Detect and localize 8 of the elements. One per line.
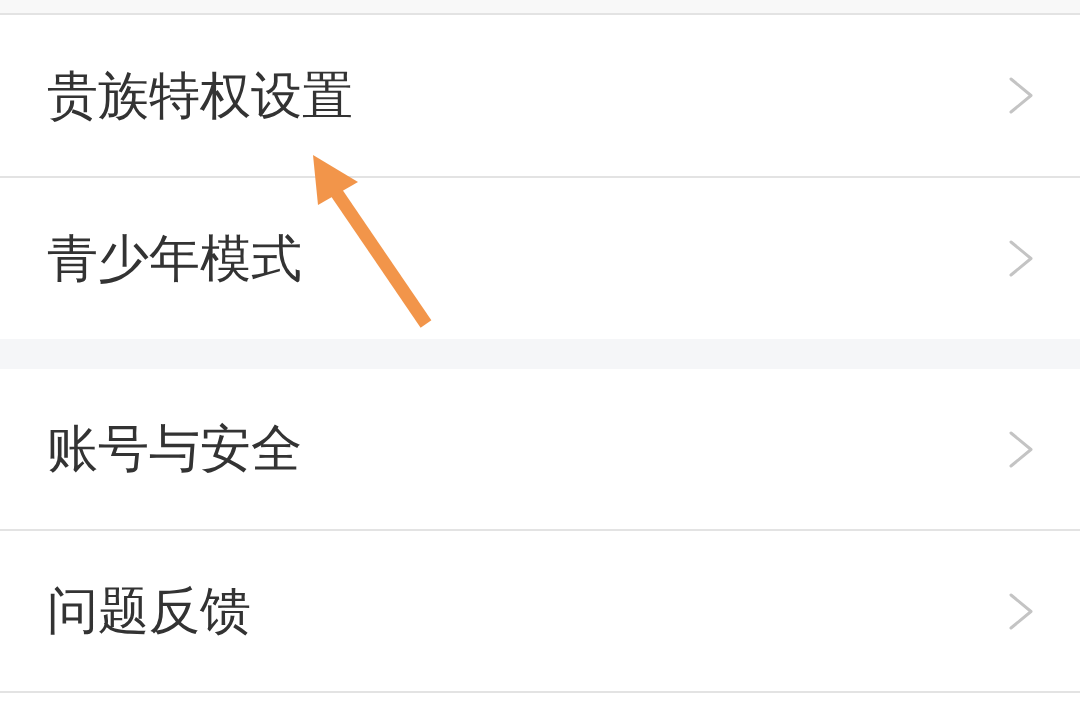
chevron-right-icon	[1009, 592, 1034, 630]
chevron-right-icon	[1009, 430, 1034, 468]
chevron-right-icon	[1009, 240, 1034, 277]
chevron-right-icon	[1009, 77, 1034, 114]
menu-item-label[interactable]: 问题反馈	[47, 580, 251, 642]
menu-item-label[interactable]: 青少年模式	[47, 227, 302, 290]
menu-item-label[interactable]: 账号与安全	[47, 418, 302, 480]
menu-item-label[interactable]: 贵族特权设置	[47, 64, 353, 127]
